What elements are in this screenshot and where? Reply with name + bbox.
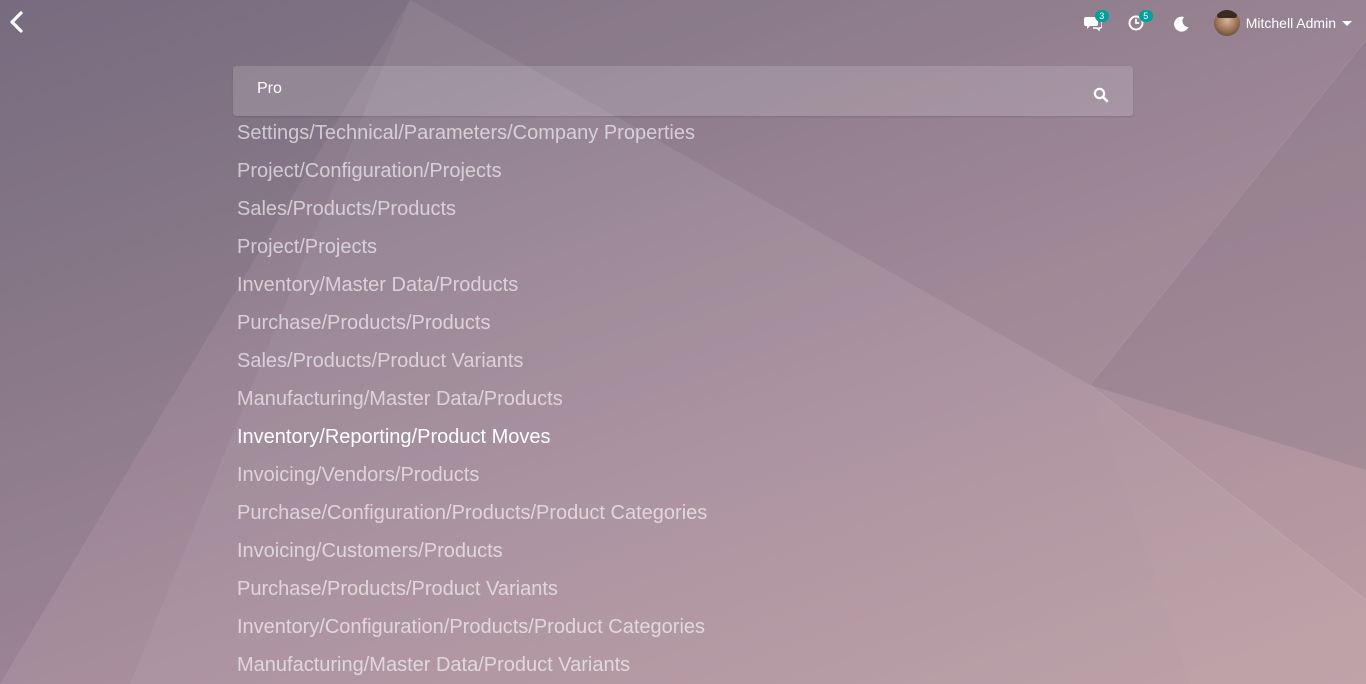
search-icon[interactable] bbox=[1093, 87, 1109, 103]
user-avatar bbox=[1213, 10, 1240, 36]
menu-search-result-item[interactable]: Settings/Technical/Parameters/Company Pr… bbox=[237, 114, 1137, 152]
messages-count-badge: 3 bbox=[1094, 10, 1109, 22]
menu-search-input[interactable] bbox=[247, 64, 1087, 114]
user-menu[interactable]: Mitchell Admin bbox=[1213, 10, 1352, 36]
menu-search-result-item[interactable]: Purchase/Configuration/Products/Product … bbox=[237, 494, 1137, 532]
activities-count-badge: 5 bbox=[1138, 10, 1153, 22]
menu-search-result-item[interactable]: Inventory/Configuration/Products/Product… bbox=[237, 608, 1137, 646]
dark-mode-toggle[interactable] bbox=[1172, 12, 1194, 34]
menu-search-box bbox=[233, 64, 1133, 116]
menu-search-result-item[interactable]: Inventory/Reporting/Product Moves bbox=[237, 418, 1137, 456]
activity-menu[interactable]: 5 bbox=[1128, 10, 1153, 34]
menu-search-result-item[interactable]: Purchase/Products/Products bbox=[237, 304, 1137, 342]
chevron-left-icon bbox=[10, 11, 23, 33]
systray: 3 5 Mitchell Admin bbox=[1083, 8, 1352, 38]
top-bar: 3 5 Mitchell Admin bbox=[0, 0, 1366, 46]
menu-search-result-item[interactable]: Project/Configuration/Projects bbox=[237, 152, 1137, 190]
menu-search-result-item[interactable]: Invoicing/Customers/Products bbox=[237, 532, 1137, 570]
moon-icon bbox=[1173, 16, 1189, 32]
back-button[interactable] bbox=[6, 9, 28, 35]
menu-search-result-item[interactable]: Manufacturing/Master Data/Product Varian… bbox=[237, 646, 1137, 684]
menu-search-result-item[interactable]: Sales/Products/Product Variants bbox=[237, 342, 1137, 380]
menu-search-result-item[interactable]: Manufacturing/Master Data/Products bbox=[237, 380, 1137, 418]
menu-search-result-item[interactable]: Inventory/Master Data/Products bbox=[237, 266, 1137, 304]
menu-search-result-item[interactable]: Project/Projects bbox=[237, 228, 1137, 266]
messaging-menu[interactable]: 3 bbox=[1083, 10, 1109, 34]
menu-search-result-item[interactable]: Invoicing/Vendors/Products bbox=[237, 456, 1137, 494]
user-name: Mitchell Admin bbox=[1245, 15, 1336, 31]
caret-down-icon bbox=[1342, 20, 1352, 26]
menu-search-results: Settings/Technical/Parameters/Company Pr… bbox=[237, 114, 1137, 684]
menu-search-result-item[interactable]: Sales/Products/Products bbox=[237, 190, 1137, 228]
menu-search-result-item[interactable]: Purchase/Products/Product Variants bbox=[237, 570, 1137, 608]
